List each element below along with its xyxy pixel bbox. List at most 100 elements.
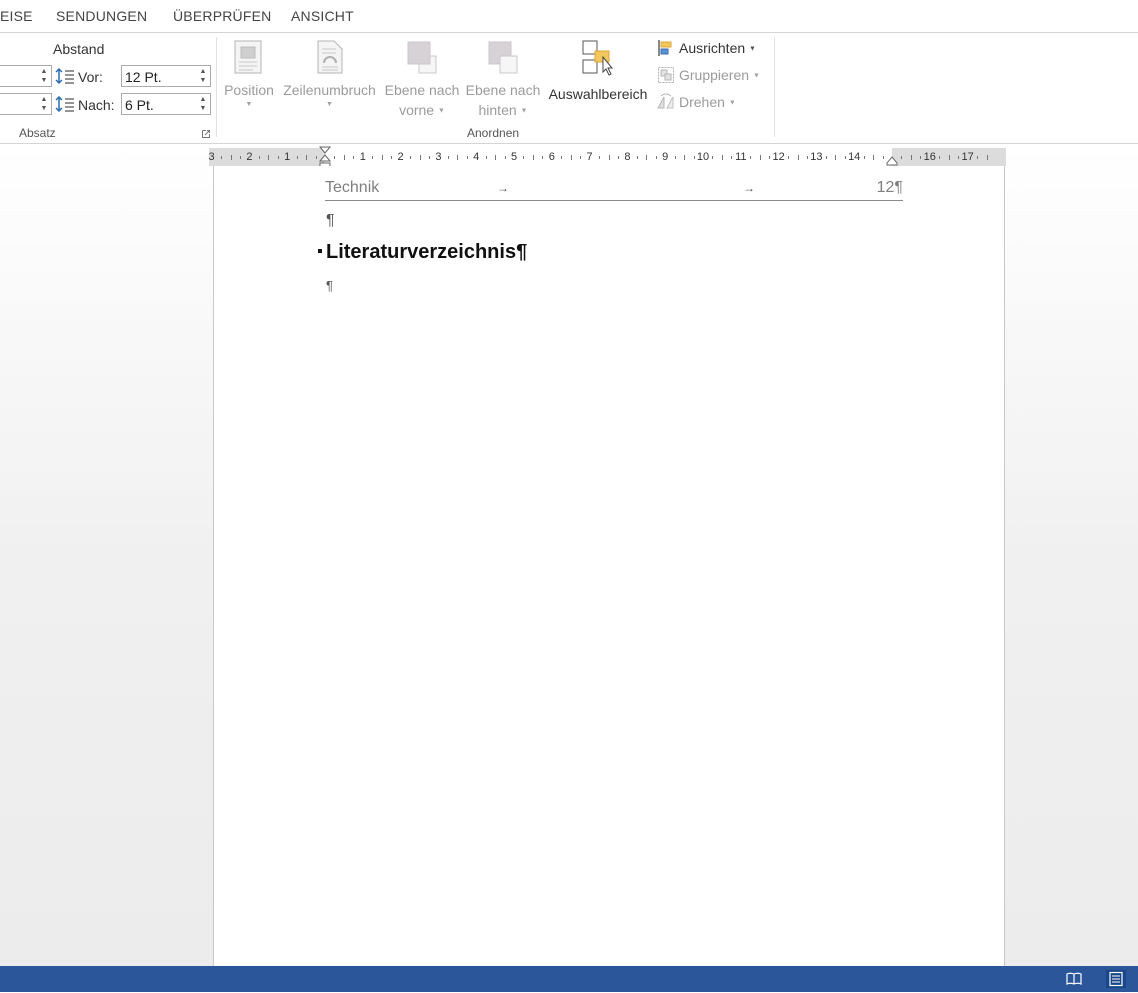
ruler-number: 7	[586, 151, 593, 163]
tab-einfuegen-partial[interactable]: EISE	[0, 8, 33, 24]
ruler-number: 2	[397, 151, 404, 163]
ruler-tick	[239, 156, 241, 159]
ebene-nach-vorne-button[interactable]: Ebene nach vorne ▼	[382, 39, 462, 121]
ruler-tick	[221, 156, 223, 159]
ruler-number: 12	[772, 151, 785, 163]
chevron-down-icon: ▼	[749, 45, 756, 53]
print-layout-icon	[1109, 971, 1123, 987]
ruler-number: 4	[473, 151, 480, 163]
ruler-tick	[769, 156, 771, 159]
ruler-tick	[759, 155, 761, 160]
tab-sendungen[interactable]: SENDUNGEN	[56, 8, 147, 24]
vor-label: Vor:	[78, 69, 103, 85]
bring-forward-icon	[407, 41, 437, 74]
ruler-tick	[523, 156, 525, 159]
ebene-vorne-line2: vorne	[399, 102, 435, 118]
tab-ueberpruefen[interactable]: ÜBERPRÜFEN	[173, 8, 271, 24]
chevron-down-icon: ▼	[752, 72, 760, 80]
align-icon	[658, 40, 672, 56]
position-icon	[234, 40, 262, 74]
spacing-before-spinner[interactable]: 12 Pt. ▲ ▼	[121, 65, 211, 87]
ruler-tick	[277, 156, 279, 159]
ruler-tick	[457, 155, 459, 160]
toc-entry[interactable]: Technik → → 12¶	[325, 178, 903, 201]
ruler-tick	[608, 155, 610, 160]
spinner-arrows-icon[interactable]: ▲ ▼	[40, 95, 48, 113]
ruler-tick	[693, 156, 695, 159]
group-objects-icon	[658, 67, 674, 83]
ruler-tick	[835, 155, 837, 160]
ebene-nach-hinten-button[interactable]: Ebene nach hinten ▼	[463, 39, 543, 121]
ruler-number: 11	[735, 151, 747, 163]
zeilenumbruch-label: Zeilenumbruch	[283, 82, 376, 98]
ruler-tick	[939, 156, 941, 159]
zeilenumbruch-button[interactable]: Zeilenumbruch ▼	[279, 39, 380, 110]
ruler-tick	[910, 155, 912, 160]
ruler-tick	[381, 155, 383, 160]
ruler-number: 5	[510, 151, 518, 163]
ausrichten-label: Ausrichten	[679, 40, 746, 56]
horizontal-ruler[interactable]: 3 2 1 1 2 3 4 5 6 7 8 9 10 11 12 13 14 16 17	[208, 146, 1006, 170]
ruler-tick	[750, 156, 752, 159]
ruler-number: 1	[359, 151, 366, 163]
ruler-tick	[268, 155, 270, 160]
tab-character-arrow: →	[743, 181, 755, 195]
ruler-tick	[315, 156, 317, 159]
indent-left-spinner[interactable]: ▲ ▼	[0, 65, 52, 87]
ruler-tick	[721, 155, 723, 160]
ruler-tick	[882, 156, 884, 159]
ruler-tick	[825, 156, 827, 159]
ruler-tick	[806, 156, 808, 159]
spinner-arrows-icon[interactable]: ▲ ▼	[40, 67, 48, 85]
ruler-number: 17	[961, 151, 974, 163]
group-separator	[774, 37, 775, 137]
ruler-tick	[873, 155, 875, 160]
ruler-number: 1	[284, 151, 291, 163]
ruler-number: 16	[923, 151, 936, 163]
text-wrap-icon	[317, 40, 342, 74]
ruler-tick	[646, 155, 648, 160]
chevron-down-icon: ▼	[728, 99, 736, 107]
ruler-tick	[542, 156, 544, 159]
ruler-tick	[532, 155, 534, 160]
position-button[interactable]: Position ▼	[220, 39, 278, 110]
ruler-number: 3	[208, 151, 215, 163]
ruler-tick	[561, 156, 563, 159]
drehen-label: Drehen	[679, 94, 725, 110]
ruler-tick	[447, 156, 449, 159]
spinner-arrows-icon[interactable]: ▲ ▼	[199, 95, 207, 113]
ruler-tick	[788, 156, 790, 159]
toc-page-number: 12¶	[876, 179, 903, 196]
spacing-before-value[interactable]: 12 Pt.	[125, 69, 162, 85]
ruler-number: 14	[848, 151, 861, 163]
right-indent-marker-icon[interactable]	[886, 156, 898, 166]
ruler-tick	[920, 156, 922, 159]
anordnen-group-label: Anordnen	[467, 126, 520, 140]
spacing-after-value[interactable]: 6 Pt.	[125, 97, 154, 113]
chevron-down-icon: ▼	[437, 107, 445, 115]
ruler-tick	[655, 156, 657, 159]
abstand-heading: Abstand	[53, 41, 105, 57]
spinner-arrows-icon[interactable]: ▲ ▼	[199, 67, 207, 85]
ruler-tick	[977, 156, 979, 159]
gruppieren-label: Gruppieren	[679, 67, 750, 83]
auswahlbereich-button[interactable]: Auswahlbereich	[545, 39, 651, 104]
group-separator	[216, 37, 217, 137]
ribbon-tab-bar: EISE SENDUNGEN ÜBERPRÜFEN ANSICHT	[0, 0, 1138, 33]
ruler-number: 13	[810, 151, 823, 163]
dialog-launcher-icon[interactable]	[202, 130, 210, 138]
ruler-tick	[495, 155, 497, 160]
nach-label: Nach:	[78, 97, 115, 113]
ruler-tick	[958, 156, 960, 159]
spacing-after-spinner[interactable]: 6 Pt. ▲ ▼	[121, 93, 211, 115]
tab-ansicht[interactable]: ANSICHT	[291, 8, 354, 24]
chevron-down-icon: ▼	[520, 107, 528, 115]
ebene-hinten-line2: hinten	[478, 102, 517, 118]
ruler-tick	[230, 155, 232, 160]
heading-literaturverzeichnis[interactable]: Literaturverzeichnis¶	[326, 241, 527, 264]
print-layout-button[interactable]	[1106, 970, 1126, 988]
chevron-down-icon: ▼	[326, 101, 333, 108]
ruler-tick	[901, 156, 903, 159]
read-mode-button[interactable]	[1064, 970, 1084, 988]
indent-right-spinner[interactable]: ▲ ▼	[0, 93, 52, 115]
